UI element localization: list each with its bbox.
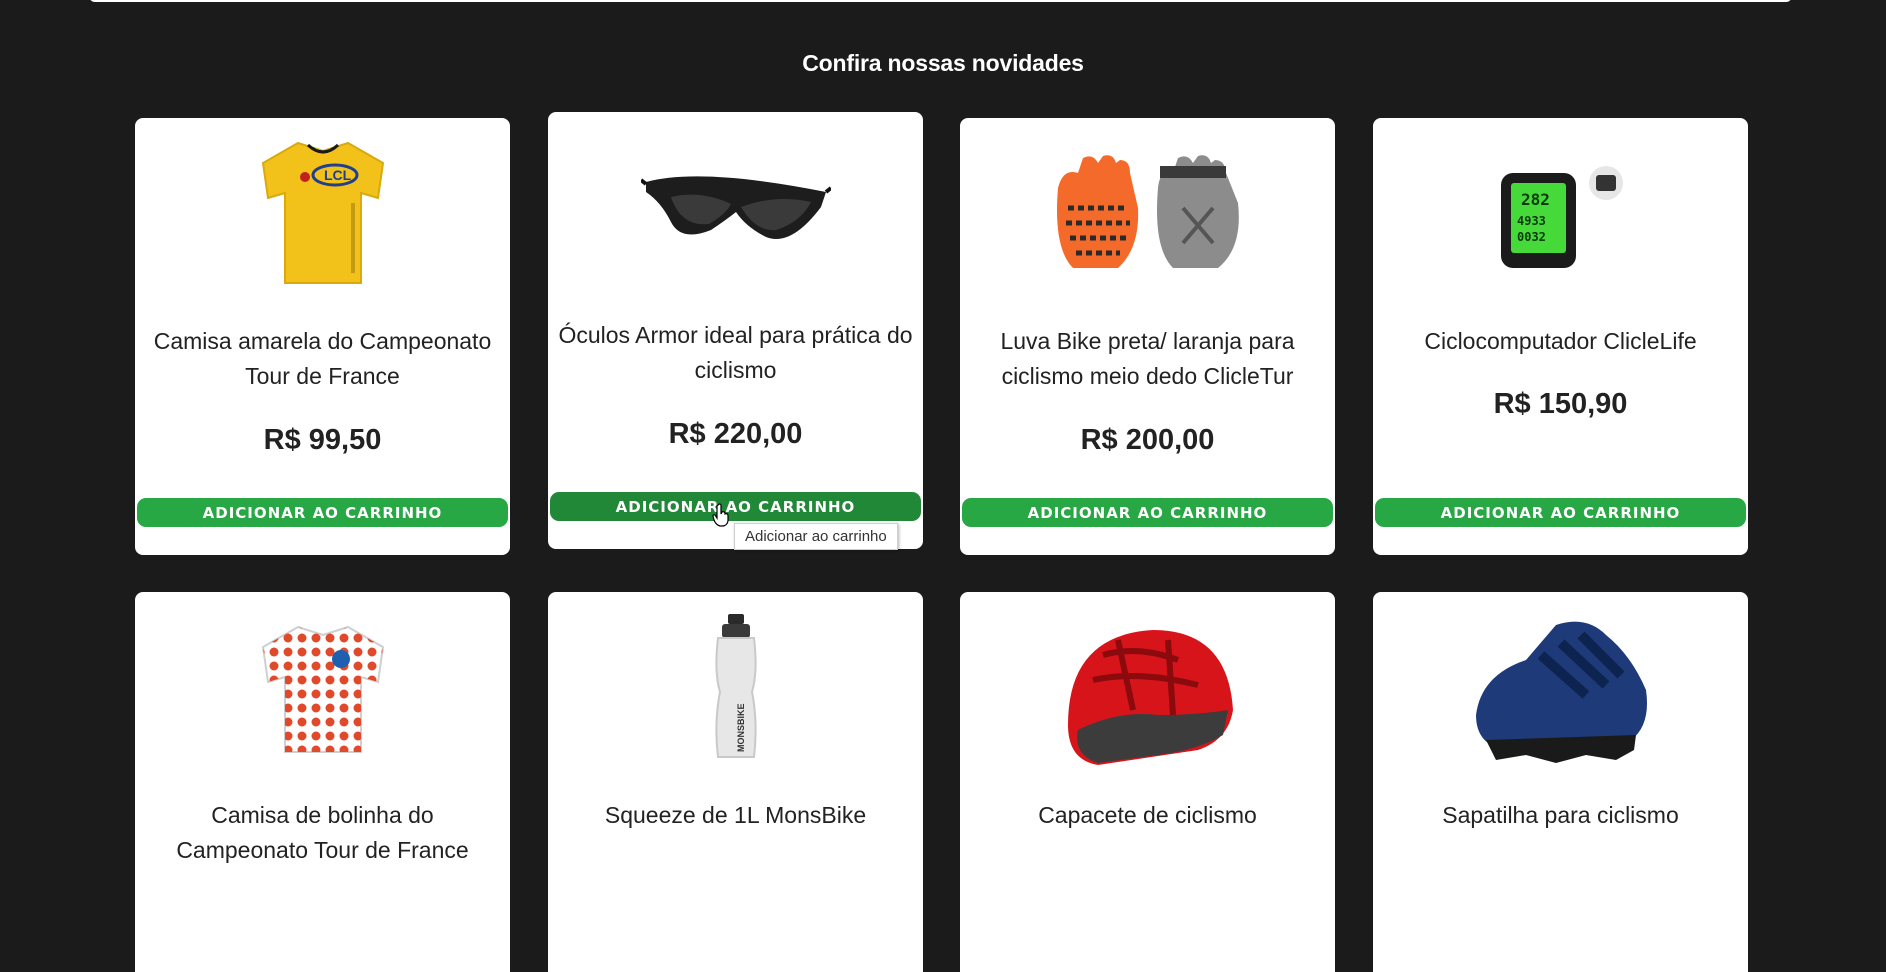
product-card: MONSBIKE Squeeze de 1L MonsBike xyxy=(548,592,923,972)
polka-dot-jersey-image xyxy=(135,612,510,762)
svg-text:282: 282 xyxy=(1521,190,1550,209)
product-price: R$ 220,00 xyxy=(668,418,803,450)
search-bar-bottom-edge xyxy=(89,0,1792,2)
hand-cursor-icon xyxy=(712,503,729,527)
svg-text:LCL: LCL xyxy=(324,167,352,183)
product-name[interactable]: Luva Bike preta/ laranja para ciclismo m… xyxy=(970,324,1325,394)
svg-text:MONSBIKE: MONSBIKE xyxy=(736,703,746,752)
product-name[interactable]: Camisa amarela do Campeonato Tour de Fra… xyxy=(145,324,500,394)
product-price: R$ 150,90 xyxy=(1493,388,1628,420)
sunglasses-image xyxy=(548,132,923,282)
yellow-jersey-image: LCL xyxy=(135,138,510,288)
product-name[interactable]: Ciclocomputador ClicleLife xyxy=(1383,324,1738,359)
product-card: LCL Camisa amarela do Campeonato Tour de… xyxy=(135,118,510,555)
product-name[interactable]: Capacete de ciclismo xyxy=(970,798,1325,833)
product-name[interactable]: Squeeze de 1L MonsBike xyxy=(558,798,913,833)
product-price: R$ 99,50 xyxy=(263,424,382,456)
add-to-cart-button[interactable]: ADICIONAR AO CARRINHO xyxy=(137,498,508,527)
svg-text:4933: 4933 xyxy=(1517,214,1546,228)
product-card: Sapatilha para ciclismo xyxy=(1373,592,1748,972)
svg-text:0032: 0032 xyxy=(1517,230,1546,244)
product-card: Capacete de ciclismo xyxy=(960,592,1335,972)
water-bottle-image: MONSBIKE xyxy=(548,612,923,762)
product-card: Luva Bike preta/ laranja para ciclismo m… xyxy=(960,118,1335,555)
gloves-image xyxy=(960,138,1335,288)
tooltip: Adicionar ao carrinho xyxy=(734,523,898,550)
add-to-cart-button[interactable]: ADICIONAR AO CARRINHO xyxy=(550,492,921,521)
add-to-cart-button[interactable]: ADICIONAR AO CARRINHO xyxy=(1375,498,1746,527)
product-name[interactable]: Sapatilha para ciclismo xyxy=(1383,798,1738,833)
product-name[interactable]: Óculos Armor ideal para prática do cicli… xyxy=(558,318,913,388)
bike-computer-image: 282 4933 0032 xyxy=(1373,138,1748,288)
product-card: Óculos Armor ideal para prática do cicli… xyxy=(548,112,923,549)
product-card: 282 4933 0032 Ciclocomputador ClicleLife… xyxy=(1373,118,1748,555)
helmet-image xyxy=(960,620,1335,770)
product-price: R$ 200,00 xyxy=(1080,424,1215,456)
cycling-shoe-image xyxy=(1373,620,1748,770)
product-card: Camisa de bolinha do Campeonato Tour de … xyxy=(135,592,510,972)
section-title: Confira nossas novidades xyxy=(802,50,1084,76)
add-to-cart-button[interactable]: ADICIONAR AO CARRINHO xyxy=(962,498,1333,527)
